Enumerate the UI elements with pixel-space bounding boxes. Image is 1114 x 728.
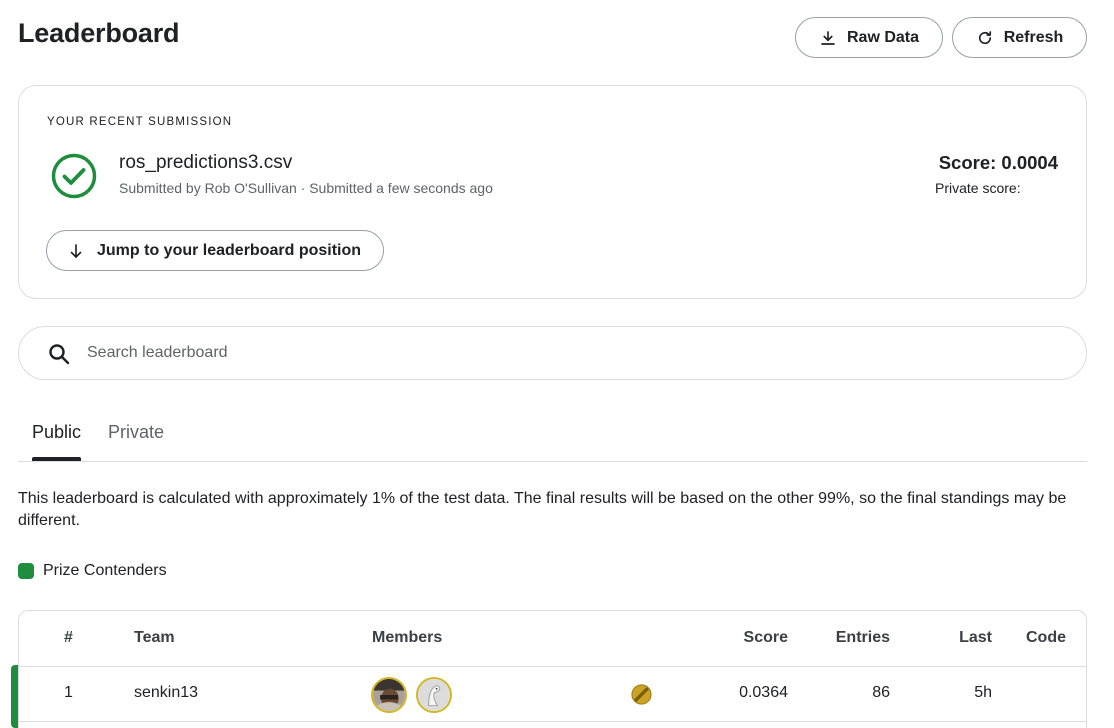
submission-meta: Submitted by Rob O'Sullivan · Submitted … [119, 180, 493, 196]
avatar-photo-icon [373, 679, 405, 711]
check-circle-icon [51, 153, 97, 199]
search-input[interactable] [87, 337, 1067, 369]
row-team[interactable]: senkin13 [134, 684, 198, 702]
page-title: Leaderboard [18, 18, 180, 48]
member-avatar[interactable] [371, 677, 407, 713]
avatar-bird-icon [418, 679, 450, 711]
row-score: 0.0364 [739, 684, 788, 701]
column-header-members: Members [372, 629, 443, 646]
refresh-button[interactable]: Refresh [952, 17, 1087, 58]
row-entries: 86 [872, 684, 890, 701]
jump-label: Jump to your leaderboard position [97, 241, 362, 259]
prize-contenders-legend: Prize Contenders [18, 562, 167, 580]
refresh-label: Refresh [1003, 28, 1064, 46]
column-header-rank: # [64, 629, 73, 646]
tab-private[interactable]: Private [108, 422, 164, 443]
refresh-icon [978, 30, 991, 44]
jump-to-position-button[interactable]: Jump to your leaderboard position [46, 230, 384, 271]
row-divider [19, 721, 1086, 722]
download-icon [821, 30, 835, 45]
tab-public[interactable]: Public [32, 422, 81, 443]
leaderboard-tabs: Public Private [18, 405, 1087, 462]
gold-medal-icon [631, 684, 652, 705]
prize-contender-bar [11, 665, 18, 728]
arrow-down-icon [70, 243, 82, 258]
column-header-entries: Entries [835, 629, 890, 646]
submission-private-score: Private score: [935, 180, 1021, 196]
row-last: 5h [974, 684, 992, 701]
search-icon [49, 344, 70, 365]
raw-data-label: Raw Data [846, 28, 920, 46]
member-avatar[interactable] [416, 677, 452, 713]
table-row[interactable]: 1 senkin13 0.0364 86 5h [19, 667, 1086, 721]
search-box[interactable] [18, 326, 1087, 380]
column-header-score: Score [743, 629, 788, 646]
submission-eyebrow: YOUR RECENT SUBMISSION [47, 116, 233, 128]
column-header-code: Code [1026, 629, 1066, 646]
submission-file-name: ros_predictions3.csv [119, 152, 293, 173]
raw-data-button[interactable]: Raw Data [795, 17, 943, 58]
leaderboard-notice: This leaderboard is calculated with appr… [18, 490, 1067, 529]
column-header-team: Team [134, 629, 175, 646]
legend-label: Prize Contenders [43, 562, 167, 579]
leaderboard-table: # Team Members Score Entries Last Code 1… [18, 610, 1087, 728]
active-tab-indicator [32, 457, 81, 461]
legend-swatch [18, 563, 34, 579]
submission-score: Score: 0.0004 [938, 152, 1058, 173]
recent-submission-card: YOUR RECENT SUBMISSION ros_predictions3.… [18, 85, 1087, 299]
row-rank: 1 [64, 684, 73, 701]
column-header-last: Last [959, 629, 992, 646]
